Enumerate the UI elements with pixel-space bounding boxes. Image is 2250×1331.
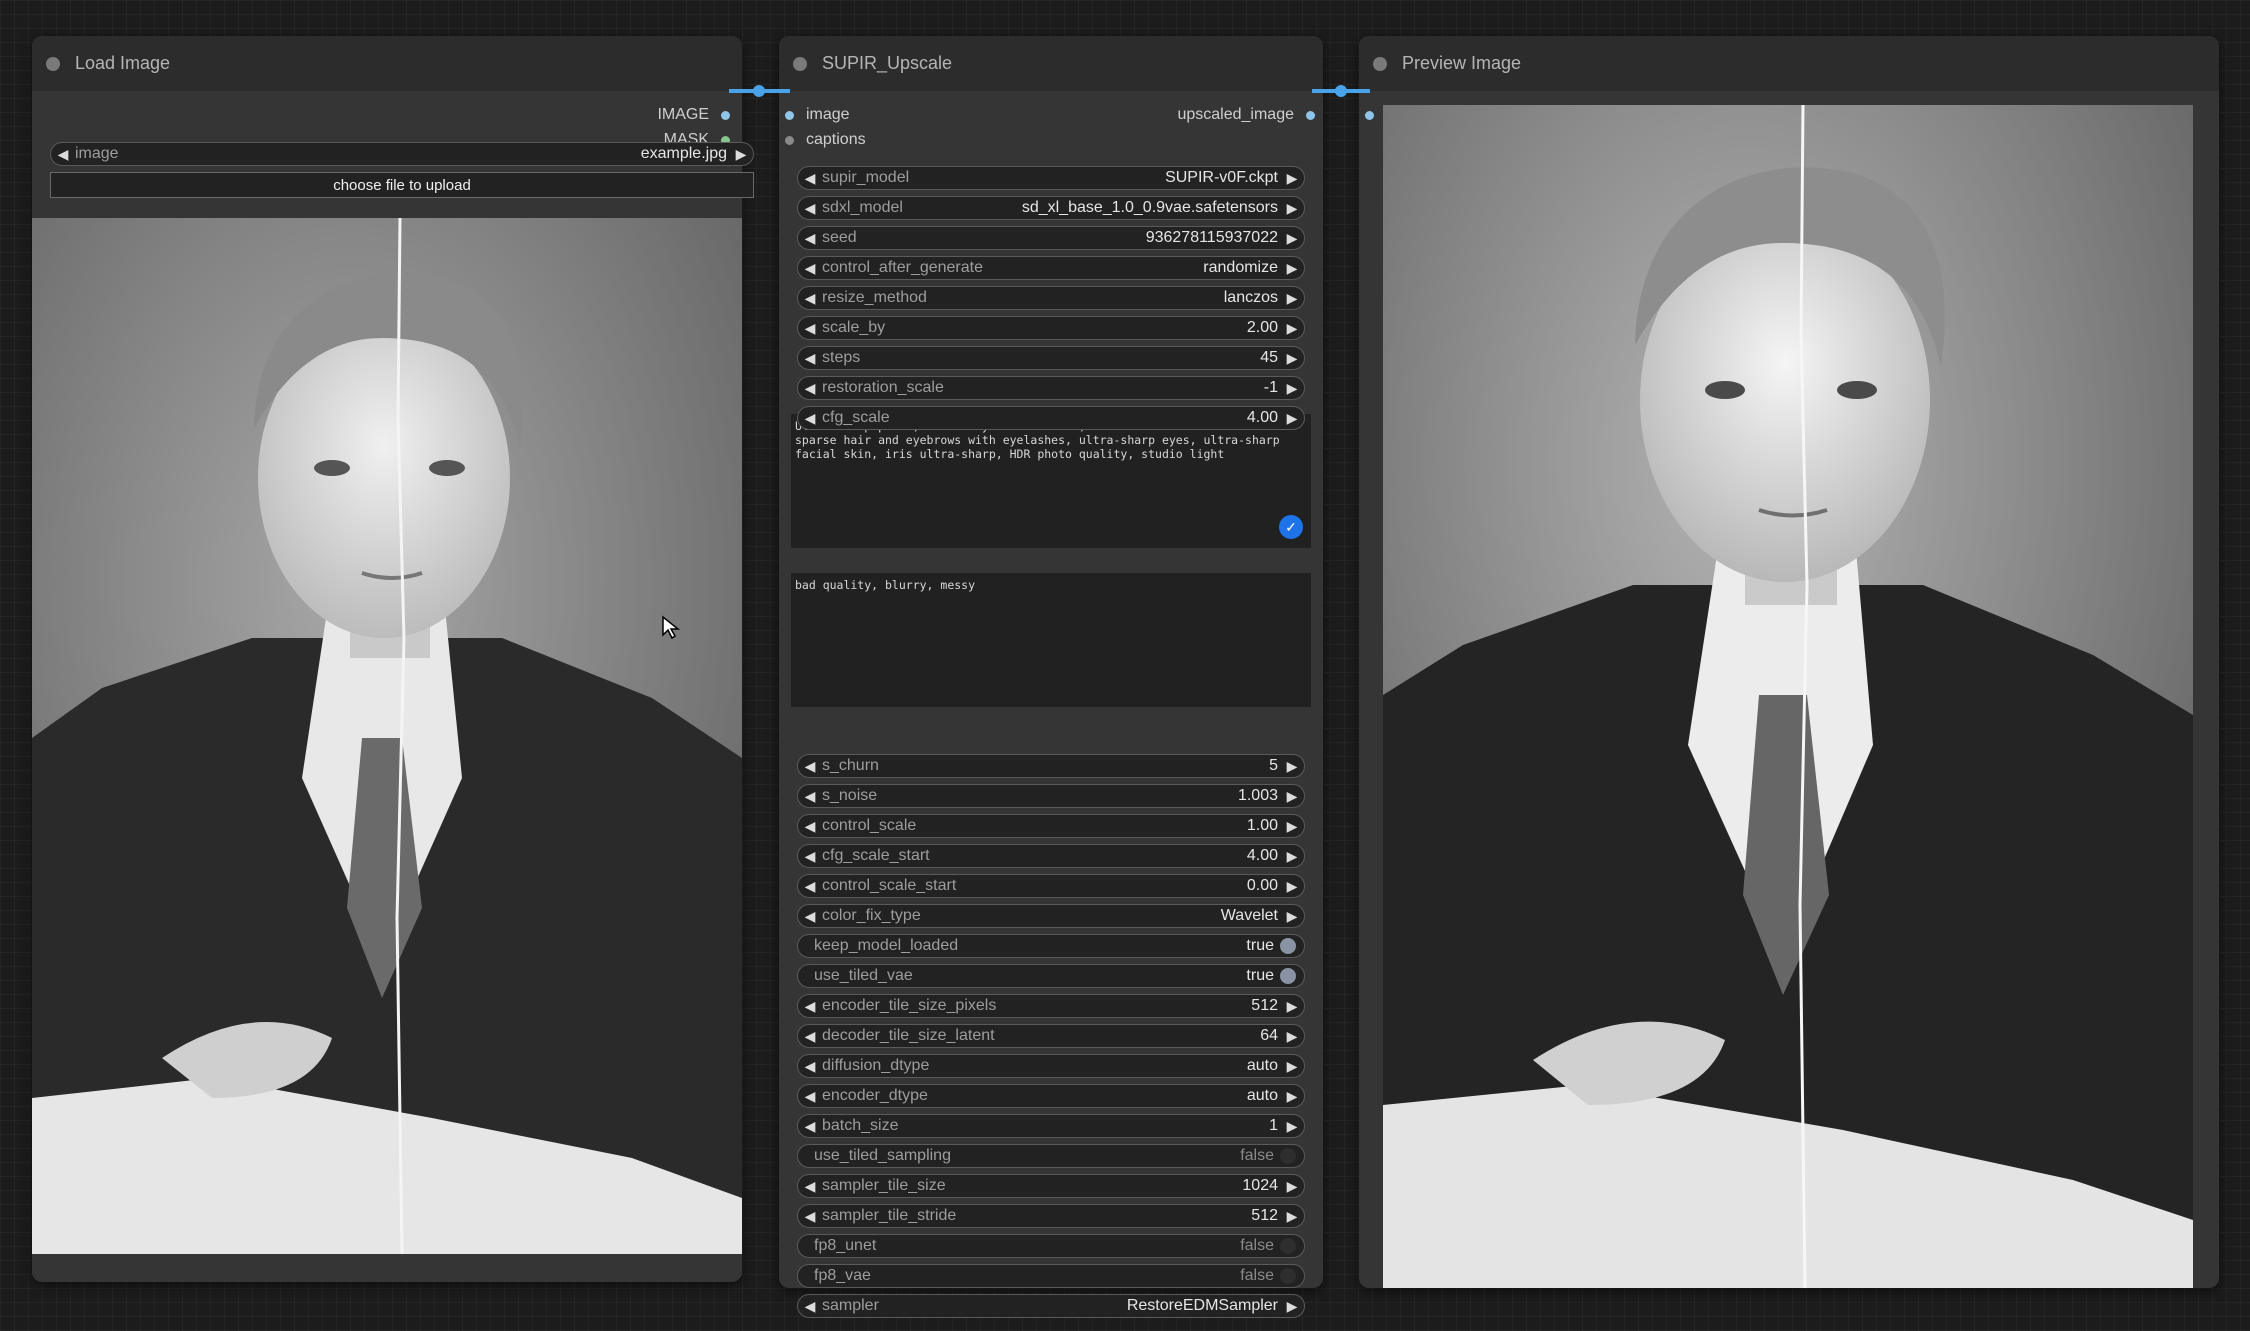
node-links bbox=[729, 85, 1370, 97]
mouse-cursor-icon bbox=[662, 615, 681, 640]
